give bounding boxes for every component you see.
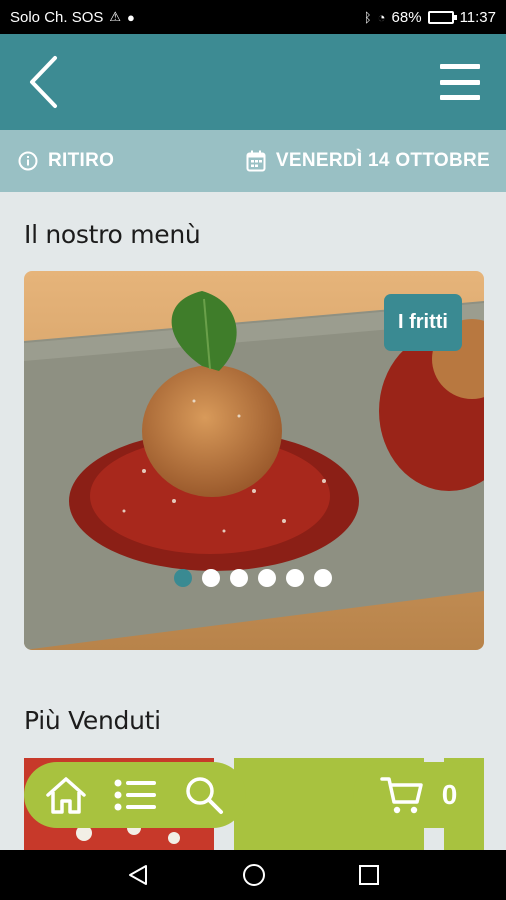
info-icon: [18, 151, 38, 171]
system-nav-bar: [0, 850, 506, 900]
app-header: [0, 34, 506, 130]
back-button[interactable]: [28, 52, 68, 112]
pickup-mode-label: RITIRO: [48, 150, 115, 171]
home-icon: [46, 777, 87, 814]
home-button[interactable]: [43, 772, 89, 818]
bottom-nav: [24, 762, 246, 828]
cart-count: 0: [441, 779, 458, 810]
menu-section-title: Il nostro menù: [24, 220, 201, 249]
battery-percent: 68%: [391, 8, 422, 26]
carousel-dot[interactable]: [174, 569, 192, 587]
menu-button[interactable]: [440, 64, 480, 100]
status-left: Solo Ch. SOS ⚠ ●: [10, 9, 135, 26]
carousel-dot[interactable]: [230, 569, 248, 587]
wifi-icon: ◔: [377, 9, 386, 25]
carousel-pagination: [174, 569, 332, 587]
system-home-icon[interactable]: [242, 863, 266, 887]
info-bar: RITIRO VENERDÌ 14 OTTOBRE: [0, 130, 506, 192]
bluetooth-icon: ᛒ: [363, 9, 372, 25]
best-sellers-title: Più Venduti: [24, 706, 161, 735]
chevron-left-icon: [30, 56, 57, 108]
battery-icon: [427, 10, 457, 24]
cart-icon: [379, 777, 423, 814]
warning-icon: ⚠: [109, 9, 122, 24]
notification-icon: ●: [127, 9, 135, 25]
list-icon: [114, 779, 156, 811]
search-button[interactable]: [181, 772, 227, 818]
calendar-icon: [246, 150, 266, 172]
pickup-date-label: VENERDÌ 14 OTTOBRE: [275, 150, 490, 171]
menu-list-button[interactable]: [112, 772, 158, 818]
carrier-label: Solo Ch. SOS: [10, 8, 104, 26]
category-badge[interactable]: I fritti: [384, 294, 462, 351]
pickup-date[interactable]: VENERDÌ 14 OTTOBRE: [246, 150, 490, 172]
carousel-dot[interactable]: [286, 569, 304, 587]
carousel-dot[interactable]: [258, 569, 276, 587]
system-recents-icon[interactable]: [358, 864, 380, 886]
search-icon: [185, 777, 223, 814]
carousel-dot[interactable]: [314, 569, 332, 587]
pickup-mode[interactable]: RITIRO: [18, 150, 114, 172]
cart-button[interactable]: 0: [353, 762, 484, 828]
menu-carousel[interactable]: I fritti: [24, 271, 484, 650]
status-right: ᛒ ◔ 68% 11:37: [364, 9, 496, 26]
status-bar: Solo Ch. SOS ⚠ ● ᛒ ◔ 68% 11:37: [0, 0, 506, 34]
carousel-dot[interactable]: [202, 569, 220, 587]
system-back-icon[interactable]: [126, 863, 150, 887]
clock: 11:37: [459, 8, 496, 26]
hamburger-icon: [440, 64, 480, 69]
